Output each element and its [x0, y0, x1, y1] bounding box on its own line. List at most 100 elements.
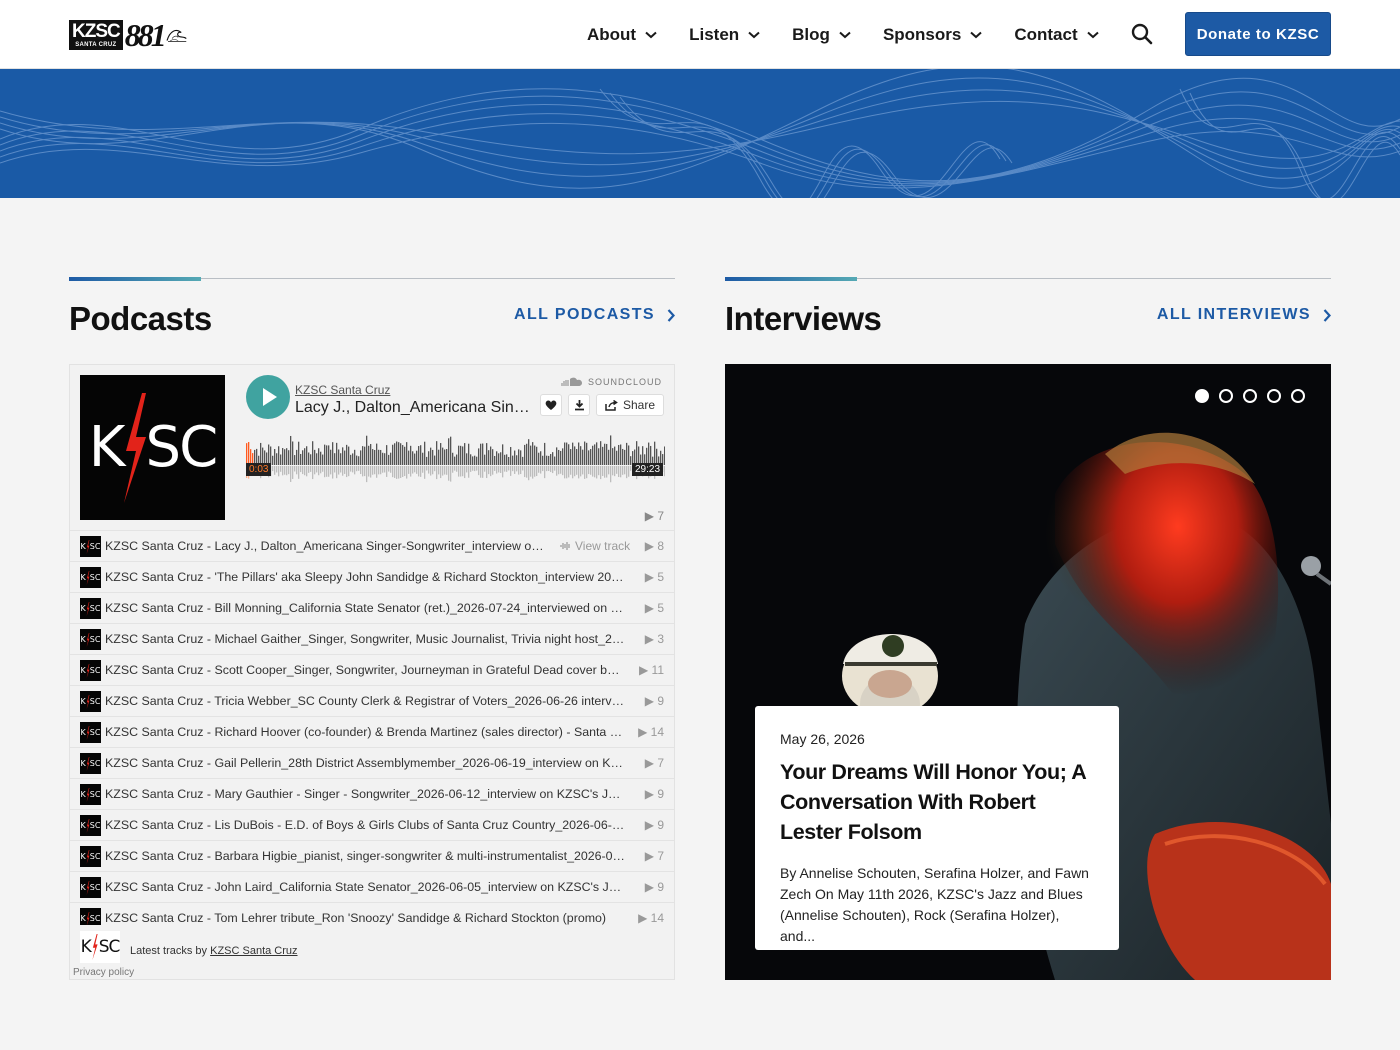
track-row[interactable]: K SC KZSC Santa Cruz - Bill Monning_Califo…: [70, 592, 674, 623]
track-thumb-logo: K SC: [81, 663, 100, 678]
main-nav: About Listen Blog Sponsors Contact: [587, 0, 1131, 69]
soundcloud-brand[interactable]: SOUNDCLOUD: [561, 377, 662, 387]
track-row[interactable]: K SC KZSC Santa Cruz - Scott Cooper_Singer…: [70, 654, 674, 685]
track-artist-link[interactable]: KZSC Santa Cruz: [295, 383, 390, 397]
track-thumbnail: K SC: [80, 536, 101, 557]
track-title: KZSC Santa Cruz - 'The Pillars' aka Slee…: [105, 570, 625, 584]
track-title: KZSC Santa Cruz - Michael Gaither_Singer…: [105, 632, 625, 646]
interview-carousel[interactable]: May 26, 2026 Your Dreams Will Honor You;…: [725, 364, 1331, 980]
track-row[interactable]: K SC KZSC Santa Cruz - Barbara Higbie_pian…: [70, 840, 674, 871]
nav-listen[interactable]: Listen: [689, 25, 760, 45]
track-row[interactable]: K SC KZSC Santa Cruz - Richard Hoover (co-…: [70, 716, 674, 747]
all-interviews-link[interactable]: ALL INTERVIEWS: [1157, 306, 1331, 324]
track-thumb-logo: K SC: [81, 601, 100, 616]
track-row[interactable]: K SC KZSC Santa Cruz - 'The Pillars' aka S…: [70, 561, 674, 592]
track-plays: ▶ 9: [644, 880, 664, 894]
track-thumbnail: K SC: [80, 753, 101, 774]
interview-title[interactable]: Your Dreams Will Honor You; A Conversati…: [780, 757, 1094, 847]
nav-about-label: About: [587, 24, 637, 44]
share-button[interactable]: Share: [596, 394, 664, 416]
track-thumb-logo: K SC: [81, 694, 100, 709]
track-row[interactable]: K SC KZSC Santa Cruz - Tricia Webber_SC Co…: [70, 685, 674, 716]
logo-frequency: 881: [124, 17, 167, 53]
latest-tracks-link[interactable]: KZSC Santa Cruz: [210, 945, 297, 957]
nav-blog[interactable]: Blog: [792, 25, 851, 45]
all-podcasts-link[interactable]: ALL PODCASTS: [514, 306, 675, 324]
latest-tracks-text: Latest tracks by KZSC Santa Cruz: [130, 945, 298, 957]
track-list: K SC KZSC Santa Cruz - Lacy J., Dalton_Ame…: [70, 530, 674, 933]
track-thumb-logo: K SC: [81, 539, 100, 554]
track-thumb-logo: K SC: [81, 570, 100, 585]
nav-contact[interactable]: Contact: [1014, 24, 1099, 45]
like-button[interactable]: [540, 394, 562, 416]
track-play-count: 11: [651, 663, 664, 677]
track-thumb-logo: K SC: [81, 911, 100, 926]
kzsc-logo[interactable]: KZSC SANTA CRUZ 881: [69, 13, 187, 57]
track-plays: ▶ 7: [644, 849, 664, 863]
all-interviews-label: ALL INTERVIEWS: [1156, 306, 1311, 323]
track-play-count: 7: [657, 849, 664, 863]
section-accent-bar: [69, 277, 201, 281]
footer-logo-mark: K SC: [81, 934, 120, 960]
podcast-artwork[interactable]: K SC: [80, 375, 225, 520]
waveform[interactable]: [246, 435, 665, 495]
logo-mark: KZSC SANTA CRUZ: [69, 20, 123, 50]
soundcloud-player: K SC KZSC Santa Cruz Lacy J., Dalton_Ame…: [69, 364, 675, 980]
carousel-dot[interactable]: [1267, 389, 1281, 403]
wave-icon: [166, 30, 187, 42]
track-play-count: 5: [657, 570, 664, 584]
nav-contact-label: Contact: [1014, 24, 1078, 44]
track-thumb-logo: K SC: [81, 725, 100, 740]
track-row[interactable]: K SC KZSC Santa Cruz - Mary Gauthier - Sin…: [70, 778, 674, 809]
carousel-dot[interactable]: [1243, 389, 1257, 403]
track-title: KZSC Santa Cruz - Richard Hoover (co-fou…: [105, 725, 625, 739]
interview-excerpt: By Annelise Schouten, Serafina Holzer, a…: [780, 865, 1089, 944]
soundcloud-label: SOUNDCLOUD: [587, 377, 662, 387]
track-plays: ▶ 9: [644, 818, 664, 832]
share-icon: [605, 399, 618, 411]
track-thumb-logo: K SC: [81, 880, 100, 895]
footer-kzsc-logo[interactable]: K SC: [80, 931, 120, 963]
download-icon: [574, 400, 584, 411]
track-title: KZSC Santa Cruz - Mary Gauthier - Singer…: [105, 787, 625, 801]
nav-sponsors[interactable]: Sponsors: [883, 25, 983, 45]
track-row[interactable]: K SC KZSC Santa Cruz - Michael Gaither_Sin…: [70, 623, 674, 654]
track-play-count: 5: [657, 601, 664, 615]
elapsed-time: 0:03: [246, 463, 272, 476]
section-accent-bar: [725, 277, 857, 281]
logo-city: SANTA CRUZ: [75, 42, 117, 48]
search-icon[interactable]: [1130, 22, 1154, 46]
nav-about[interactable]: About: [587, 25, 657, 45]
track-row[interactable]: K SC KZSC Santa Cruz - Gail Pellerin_28th …: [70, 747, 674, 778]
interview-card[interactable]: May 26, 2026 Your Dreams Will Honor You;…: [755, 706, 1119, 950]
chevron-down-icon: [645, 31, 657, 38]
logo-letters: KZSC: [72, 21, 121, 42]
kzsc-artwork-logo: K SC: [89, 392, 218, 503]
carousel-dots: [1195, 389, 1315, 403]
nav-blog-label: Blog: [792, 24, 830, 44]
track-play-count: 9: [657, 818, 664, 832]
track-row[interactable]: K SC KZSC Santa Cruz - John Laird_Californ…: [70, 871, 674, 902]
track-row[interactable]: K SC KZSC Santa Cruz - Lis DuBois - E.D. o…: [70, 809, 674, 840]
track-plays: ▶ 9: [644, 787, 664, 801]
track-thumb-logo: K SC: [81, 632, 100, 647]
carousel-dot[interactable]: [1195, 389, 1209, 403]
donate-button[interactable]: Donate to KZSC: [1185, 12, 1331, 56]
carousel-dot[interactable]: [1219, 389, 1233, 403]
hero-band: [0, 69, 1400, 198]
track-row[interactable]: K SC KZSC Santa Cruz - Lacy J., Dalton_Ame…: [70, 530, 674, 561]
track-title: KZSC Santa Cruz - Tom Lehrer tribute_Ron…: [105, 911, 607, 925]
site-header: KZSC SANTA CRUZ 881 About Listen Blog Sp…: [0, 0, 1400, 69]
current-track-title[interactable]: Lacy J., Dalton_Americana Singer-Songwri…: [295, 399, 535, 417]
download-button[interactable]: [568, 394, 590, 416]
privacy-policy-link[interactable]: Privacy policy: [73, 967, 134, 978]
track-thumbnail: K SC: [80, 784, 101, 805]
track-play-count: 3: [657, 632, 664, 646]
carousel-dot[interactable]: [1291, 389, 1305, 403]
view-track-label: View track: [575, 539, 631, 553]
track-play-count: 8: [657, 539, 664, 553]
play-button[interactable]: [246, 375, 290, 419]
view-track-link[interactable]: View track: [560, 539, 630, 553]
sound-wave-pattern: [0, 69, 1400, 198]
track-title: KZSC Santa Cruz - Scott Cooper_Singer, S…: [105, 663, 625, 677]
